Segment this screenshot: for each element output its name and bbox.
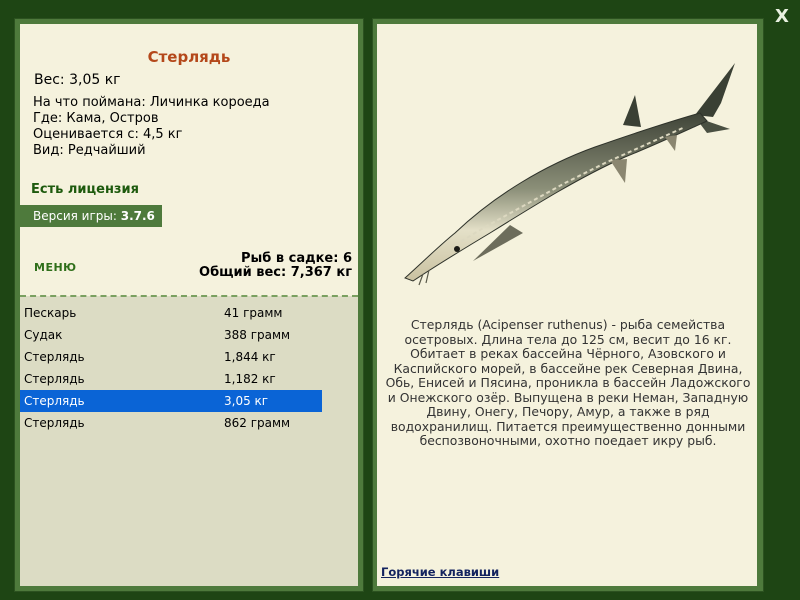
list-item[interactable]: Стерлядь 862 грамм xyxy=(20,412,322,434)
hotkeys-link[interactable]: Горячие клавиши xyxy=(381,565,499,579)
list-item-weight: 388 грамм xyxy=(224,328,291,342)
list-item[interactable]: Пескарь 41 грамм xyxy=(20,302,322,324)
location-text: Где: Кама, Остров xyxy=(33,111,159,126)
list-item-name: Стерлядь xyxy=(24,350,85,364)
fish-description: Стерлядь (Acipenser ruthenus) - рыба сем… xyxy=(385,317,751,448)
list-item-weight: 41 грамм xyxy=(224,306,283,320)
list-item-name: Стерлядь xyxy=(24,416,85,430)
list-item-name: Стерлядь xyxy=(24,372,85,386)
list-item[interactable]: Стерлядь 1,182 кг xyxy=(20,368,322,390)
license-status: Есть лицензия xyxy=(31,182,139,197)
list-item-selected[interactable]: Стерлядь 3,05 кг xyxy=(20,390,322,412)
list-item[interactable]: Судак 388 грамм xyxy=(20,324,322,346)
version-value: 3.7.6 xyxy=(120,209,155,223)
list-item-name: Судак xyxy=(24,328,63,342)
list-item-name: Пескарь xyxy=(24,306,77,320)
close-icon[interactable]: X xyxy=(771,6,793,28)
catch-list: Пескарь 41 грамм Судак 388 грамм Стерляд… xyxy=(20,302,322,434)
keep-net-weight: Общий вес: 7,367 кг xyxy=(199,265,352,280)
caught-on-text: На что поймана: Личинка короеда xyxy=(33,95,270,110)
list-item-weight: 1,844 кг xyxy=(224,350,276,364)
rarity-text: Вид: Редчайший xyxy=(33,143,146,158)
menu-button[interactable]: МЕНЮ xyxy=(34,261,77,274)
dashed-divider xyxy=(20,295,358,297)
keep-net-count: Рыб в садке: 6 xyxy=(240,251,352,266)
valued-from-text: Оценивается с: 4,5 кг xyxy=(33,127,183,142)
version-label: Версия игры: xyxy=(33,209,121,223)
fish-weight: Вес: 3,05 кг xyxy=(34,72,121,88)
list-item-weight: 1,182 кг xyxy=(224,372,276,386)
list-item-weight: 862 грамм xyxy=(224,416,291,430)
game-version: Версия игры: 3.7.6 xyxy=(20,205,162,227)
list-item-name: Стерлядь xyxy=(24,394,85,408)
list-item[interactable]: Стерлядь 1,844 кг xyxy=(20,346,322,368)
fish-title: Стерлядь xyxy=(147,48,231,66)
list-item-weight: 3,05 кг xyxy=(224,394,269,408)
sterlet-fish-image xyxy=(404,63,735,286)
